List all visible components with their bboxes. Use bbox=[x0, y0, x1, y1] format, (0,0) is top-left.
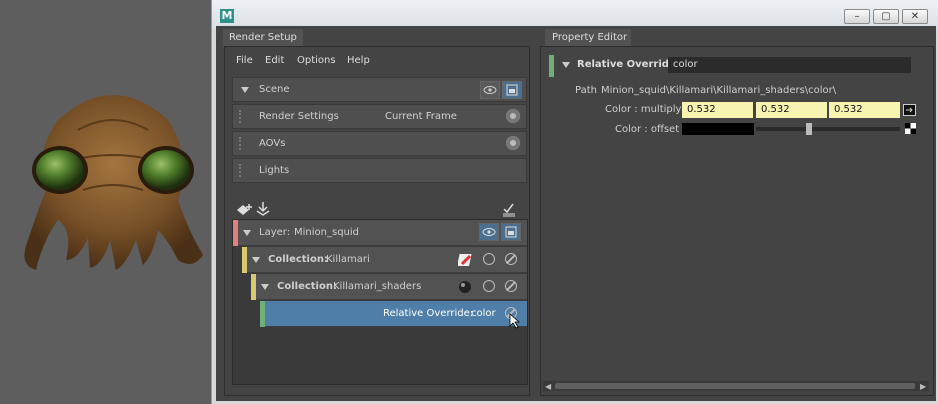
import-icon[interactable] bbox=[255, 201, 271, 217]
layer-name: Minion_squid bbox=[294, 227, 359, 238]
visibility-eye-icon[interactable] bbox=[479, 223, 499, 241]
layer-row[interactable]: Layer: Minion_squid bbox=[233, 220, 527, 246]
lights-row[interactable]: Lights bbox=[232, 158, 527, 183]
path-label: Path bbox=[575, 85, 597, 96]
lights-label: Lights bbox=[259, 165, 290, 176]
aovs-label: AOVs bbox=[259, 138, 286, 149]
multiply-b-field[interactable]: 0.532 bbox=[829, 102, 900, 118]
collapse-triangle-icon[interactable] bbox=[241, 87, 249, 93]
path-value: Minion_squid\Killamari\Killamari_shaders… bbox=[601, 85, 837, 96]
menu-file[interactable]: File bbox=[236, 55, 253, 66]
disable-icon[interactable] bbox=[505, 253, 517, 265]
menu-edit[interactable]: Edit bbox=[265, 55, 284, 66]
render-settings-row[interactable]: Render Settings Current Frame bbox=[232, 104, 527, 129]
collection-color-strip bbox=[242, 247, 247, 273]
gear-icon[interactable] bbox=[506, 136, 520, 150]
isolate-icon[interactable] bbox=[483, 280, 495, 292]
aovs-row[interactable]: AOVs bbox=[232, 131, 527, 156]
multiply-g-field[interactable]: 0.532 bbox=[756, 102, 827, 118]
override-color-strip bbox=[260, 301, 265, 327]
maximize-button[interactable]: ▢ bbox=[873, 9, 899, 24]
scene-label: Scene bbox=[259, 84, 290, 95]
shader-ball-icon bbox=[459, 281, 471, 293]
override-name: color bbox=[471, 308, 496, 319]
collapse-triangle-icon[interactable] bbox=[243, 230, 251, 236]
multiply-r-field[interactable]: 0.532 bbox=[682, 102, 753, 118]
offset-slider-handle[interactable] bbox=[805, 123, 812, 135]
offset-slider-track[interactable] bbox=[756, 123, 900, 135]
layers-tree: Layer: Minion_squid Collection: Killamar… bbox=[232, 219, 528, 385]
connect-input-icon[interactable] bbox=[903, 104, 916, 116]
collection-prefix: Collection: bbox=[268, 254, 328, 265]
drag-handle-icon[interactable] bbox=[239, 164, 243, 177]
close-button[interactable]: ✕ bbox=[902, 9, 928, 24]
override-prefix: Relative Override: bbox=[383, 308, 474, 319]
visibility-eye-icon[interactable] bbox=[480, 81, 500, 99]
menu-help[interactable]: Help bbox=[347, 55, 370, 66]
collection-name: Killamari bbox=[326, 254, 370, 265]
layer-color-strip bbox=[233, 220, 238, 246]
collection-name: Killamari_shaders bbox=[333, 281, 422, 292]
scroll-thumb[interactable] bbox=[555, 383, 915, 389]
property-editor-panel: Relative Override: color Path Minion_squ… bbox=[540, 46, 934, 396]
override-row[interactable]: Relative Override: color bbox=[260, 301, 527, 329]
offset-label: Color : offset bbox=[615, 124, 680, 135]
collapse-triangle-icon[interactable] bbox=[261, 284, 269, 290]
checker-map-icon[interactable] bbox=[905, 123, 916, 134]
tab-property-editor[interactable]: Property Editor bbox=[545, 29, 631, 47]
shader-swatch-icon bbox=[458, 254, 472, 266]
horizontal-scrollbar[interactable]: ◀ ▶ bbox=[543, 381, 929, 391]
mouse-cursor-icon bbox=[509, 313, 521, 329]
collapse-triangle-icon[interactable] bbox=[252, 257, 260, 263]
gear-icon[interactable] bbox=[506, 109, 520, 123]
render-enable-icon[interactable] bbox=[502, 81, 522, 99]
render-setup-window: M – ▢ ✕ Render Setup File Edit Options H… bbox=[211, 0, 938, 404]
render-settings-label: Render Settings bbox=[259, 111, 339, 122]
maya-app-icon: M bbox=[220, 9, 234, 23]
disable-icon[interactable] bbox=[505, 280, 517, 292]
isolate-icon[interactable] bbox=[483, 253, 495, 265]
scroll-left-arrow-icon[interactable]: ◀ bbox=[545, 382, 551, 391]
drag-handle-icon[interactable] bbox=[239, 137, 243, 150]
menu-options[interactable]: Options bbox=[297, 55, 336, 66]
collapse-triangle-icon[interactable] bbox=[562, 62, 570, 68]
window-content: Render Setup File Edit Options Help Scen… bbox=[216, 26, 936, 401]
tab-render-setup[interactable]: Render Setup bbox=[223, 29, 303, 47]
collection-color-strip bbox=[251, 274, 256, 300]
pe-header-label: Relative Override: bbox=[577, 59, 680, 70]
render-settings-value: Current Frame bbox=[385, 111, 457, 122]
scroll-right-arrow-icon[interactable]: ▶ bbox=[920, 382, 926, 391]
render-check-icon[interactable] bbox=[501, 201, 517, 217]
render-setup-panel: File Edit Options Help Scene Render Sett… bbox=[224, 46, 530, 396]
override-name-field[interactable]: color bbox=[668, 57, 911, 73]
render-enable-icon[interactable] bbox=[501, 223, 521, 241]
drag-handle-icon[interactable] bbox=[239, 110, 243, 123]
collection-prefix: Collection: bbox=[277, 281, 337, 292]
override-color-strip bbox=[549, 55, 554, 77]
collection-row[interactable]: Collection: Killamari_shaders bbox=[251, 274, 527, 300]
layer-prefix: Layer: bbox=[259, 227, 291, 238]
create-layer-icon[interactable] bbox=[235, 202, 253, 218]
multiply-label: Color : multiply bbox=[605, 104, 682, 115]
collection-row[interactable]: Collection: Killamari bbox=[242, 247, 527, 273]
minimize-button[interactable]: – bbox=[844, 9, 870, 24]
offset-color-swatch[interactable] bbox=[682, 123, 754, 135]
viewport-creature-image bbox=[24, 95, 203, 270]
scene-row[interactable]: Scene bbox=[232, 77, 527, 102]
